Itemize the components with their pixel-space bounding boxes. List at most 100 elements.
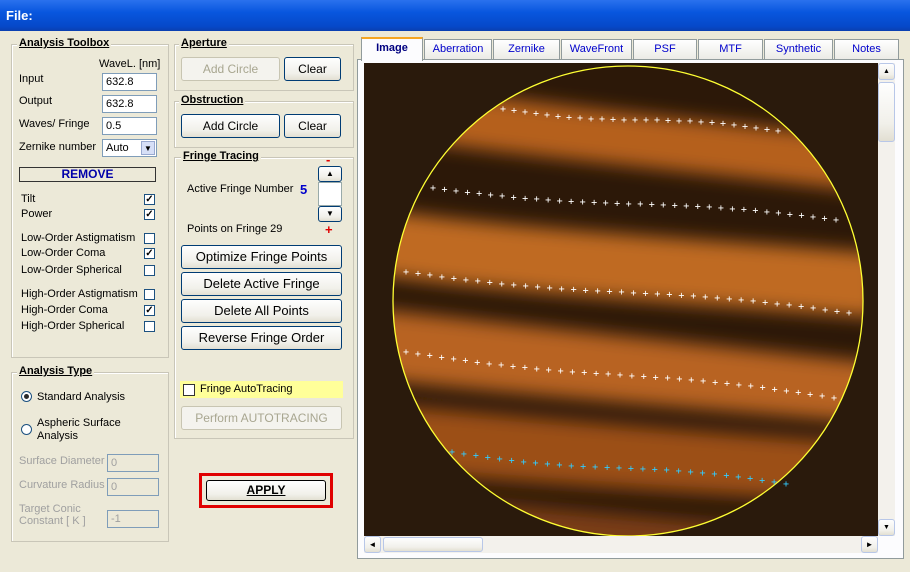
fringe-point-marker[interactable]: + xyxy=(546,365,552,376)
fringe-point-marker[interactable]: + xyxy=(498,360,504,371)
fringe-point-marker[interactable]: + xyxy=(571,285,577,296)
fringe-point-marker[interactable]: + xyxy=(764,124,770,135)
fringe-point-marker[interactable]: + xyxy=(403,267,409,278)
fringe-point-marker[interactable]: + xyxy=(449,447,455,458)
tab-wavefront[interactable]: WaveFront xyxy=(561,39,632,59)
fringe-point-marker[interactable]: + xyxy=(583,285,589,296)
fringe-point-marker[interactable]: + xyxy=(509,455,515,466)
fringe-down-button[interactable]: ▼ xyxy=(318,206,342,222)
fringe-point-marker[interactable]: + xyxy=(683,201,689,212)
fringe-point-marker[interactable]: + xyxy=(807,389,813,400)
fringe-point-marker[interactable]: + xyxy=(772,384,778,395)
scroll-down-button[interactable]: ▼ xyxy=(878,519,895,536)
fringe-point-marker[interactable]: + xyxy=(569,367,575,378)
fringe-point-marker[interactable]: + xyxy=(846,308,852,319)
standard-analysis-radio[interactable] xyxy=(21,391,32,402)
fringe-point-marker[interactable]: + xyxy=(427,351,433,362)
fringe-point-marker[interactable]: + xyxy=(834,306,840,317)
fringe-point-marker[interactable]: + xyxy=(810,212,816,223)
fringe-point-marker[interactable]: + xyxy=(534,364,540,375)
term-checkbox[interactable] xyxy=(144,265,155,276)
fringe-point-marker[interactable]: + xyxy=(545,195,551,206)
fringe-spin-track[interactable] xyxy=(318,182,342,206)
fringe-point-marker[interactable]: + xyxy=(463,275,469,286)
fringe-point-marker[interactable]: + xyxy=(626,199,632,210)
fringe-point-marker[interactable]: + xyxy=(591,198,597,209)
fringe-point-marker[interactable]: + xyxy=(676,466,682,477)
fringe-point-marker[interactable]: + xyxy=(735,472,741,483)
term-checkbox[interactable] xyxy=(144,233,155,244)
fringe-point-marker[interactable]: + xyxy=(488,190,494,201)
fringe-point-marker[interactable]: + xyxy=(606,287,612,298)
interferogram-image[interactable]: + + + + + + + + + + + + + + + + + + + + + + + + + + + + + + + + + + + + + + + +… xyxy=(364,63,878,536)
fringe-point-marker[interactable]: + xyxy=(759,475,765,486)
fringe-point-marker[interactable]: + xyxy=(810,303,816,314)
fringe-point-marker[interactable]: + xyxy=(451,354,457,365)
fringe-point-marker[interactable]: + xyxy=(441,184,447,195)
fringe-point-marker[interactable]: + xyxy=(403,347,409,358)
aspheric-analysis-radio[interactable] xyxy=(21,424,32,435)
fringe-point-marker[interactable]: + xyxy=(473,451,479,462)
fringe-point-marker[interactable]: + xyxy=(568,461,574,472)
fringe-point-marker[interactable]: + xyxy=(522,193,528,204)
fringe-point-marker[interactable]: + xyxy=(599,114,605,125)
fringe-point-marker[interactable]: + xyxy=(786,300,792,311)
fringe-point-marker[interactable]: + xyxy=(753,123,759,134)
fringe-point-marker[interactable]: + xyxy=(511,192,517,203)
fringe-point-marker[interactable]: + xyxy=(787,209,793,220)
fringe-point-marker[interactable]: + xyxy=(566,112,572,123)
fringe-point-marker[interactable]: + xyxy=(748,381,754,392)
fringe-point-marker[interactable]: + xyxy=(415,269,421,280)
fringe-point-marker[interactable]: + xyxy=(699,468,705,479)
fringe-point-marker[interactable]: + xyxy=(577,113,583,124)
term-checkbox[interactable] xyxy=(144,289,155,300)
fringe-point-marker[interactable]: + xyxy=(439,352,445,363)
fringe-point-marker[interactable]: + xyxy=(617,370,623,381)
fringe-point-marker[interactable]: + xyxy=(499,191,505,202)
fringe-point-marker[interactable]: + xyxy=(593,369,599,380)
fringe-point-marker[interactable]: + xyxy=(603,198,609,209)
fringe-point-marker[interactable]: + xyxy=(595,286,601,297)
optimize-fringe-points-button[interactable]: Optimize Fringe Points xyxy=(181,245,342,269)
fringe-point-marker[interactable]: + xyxy=(439,272,445,283)
fringe-point-marker[interactable]: + xyxy=(568,197,574,208)
fringe-point-marker[interactable]: + xyxy=(833,215,839,226)
fringe-up-button[interactable]: ▲ xyxy=(318,166,342,182)
fringe-point-marker[interactable]: + xyxy=(462,356,468,367)
fringe-point-marker[interactable]: + xyxy=(588,114,594,125)
fringe-point-marker[interactable]: + xyxy=(616,463,622,474)
waves-per-fringe-field[interactable] xyxy=(102,117,157,135)
fringe-point-marker[interactable]: + xyxy=(654,289,660,300)
tab-image[interactable]: Image xyxy=(361,37,423,61)
fringe-point-marker[interactable]: + xyxy=(821,214,827,225)
fringe-point-marker[interactable]: + xyxy=(461,449,467,460)
fringe-point-marker[interactable]: + xyxy=(698,117,704,128)
fringe-point-marker[interactable]: + xyxy=(522,107,528,118)
fringe-point-marker[interactable]: + xyxy=(653,372,659,383)
fringe-point-marker[interactable]: + xyxy=(430,183,436,194)
fringe-point-marker[interactable]: + xyxy=(672,200,678,211)
fringe-point-marker[interactable]: + xyxy=(487,278,493,289)
term-checkbox[interactable]: ✓ xyxy=(144,305,155,316)
fringe-point-marker[interactable]: + xyxy=(641,372,647,383)
fringe-point-marker[interactable]: + xyxy=(771,477,777,488)
fringe-point-marker[interactable]: + xyxy=(523,281,529,292)
fringe-point-marker[interactable]: + xyxy=(475,276,481,287)
fringe-point-marker[interactable]: + xyxy=(764,207,770,218)
fringe-point-marker[interactable]: + xyxy=(532,458,538,469)
fringe-point-marker[interactable]: + xyxy=(642,288,648,299)
fringe-point-marker[interactable]: + xyxy=(632,115,638,126)
fringe-point-marker[interactable]: + xyxy=(640,464,646,475)
fringe-point-marker[interactable]: + xyxy=(714,293,720,304)
apply-button[interactable]: APPLY xyxy=(206,480,326,501)
fringe-point-marker[interactable]: + xyxy=(415,349,421,360)
term-checkbox[interactable]: ✓ xyxy=(144,209,155,220)
fringe-point-marker[interactable]: + xyxy=(822,305,828,316)
fringe-point-marker[interactable]: + xyxy=(464,187,470,198)
scroll-up-button[interactable]: ▲ xyxy=(878,63,895,80)
fringe-point-marker[interactable]: + xyxy=(476,189,482,200)
fringe-point-marker[interactable]: + xyxy=(712,377,718,388)
fringe-point-marker[interactable]: + xyxy=(775,208,781,219)
fringe-point-marker[interactable]: + xyxy=(783,479,789,490)
aperture-add-circle-button[interactable]: Add Circle xyxy=(181,57,280,81)
